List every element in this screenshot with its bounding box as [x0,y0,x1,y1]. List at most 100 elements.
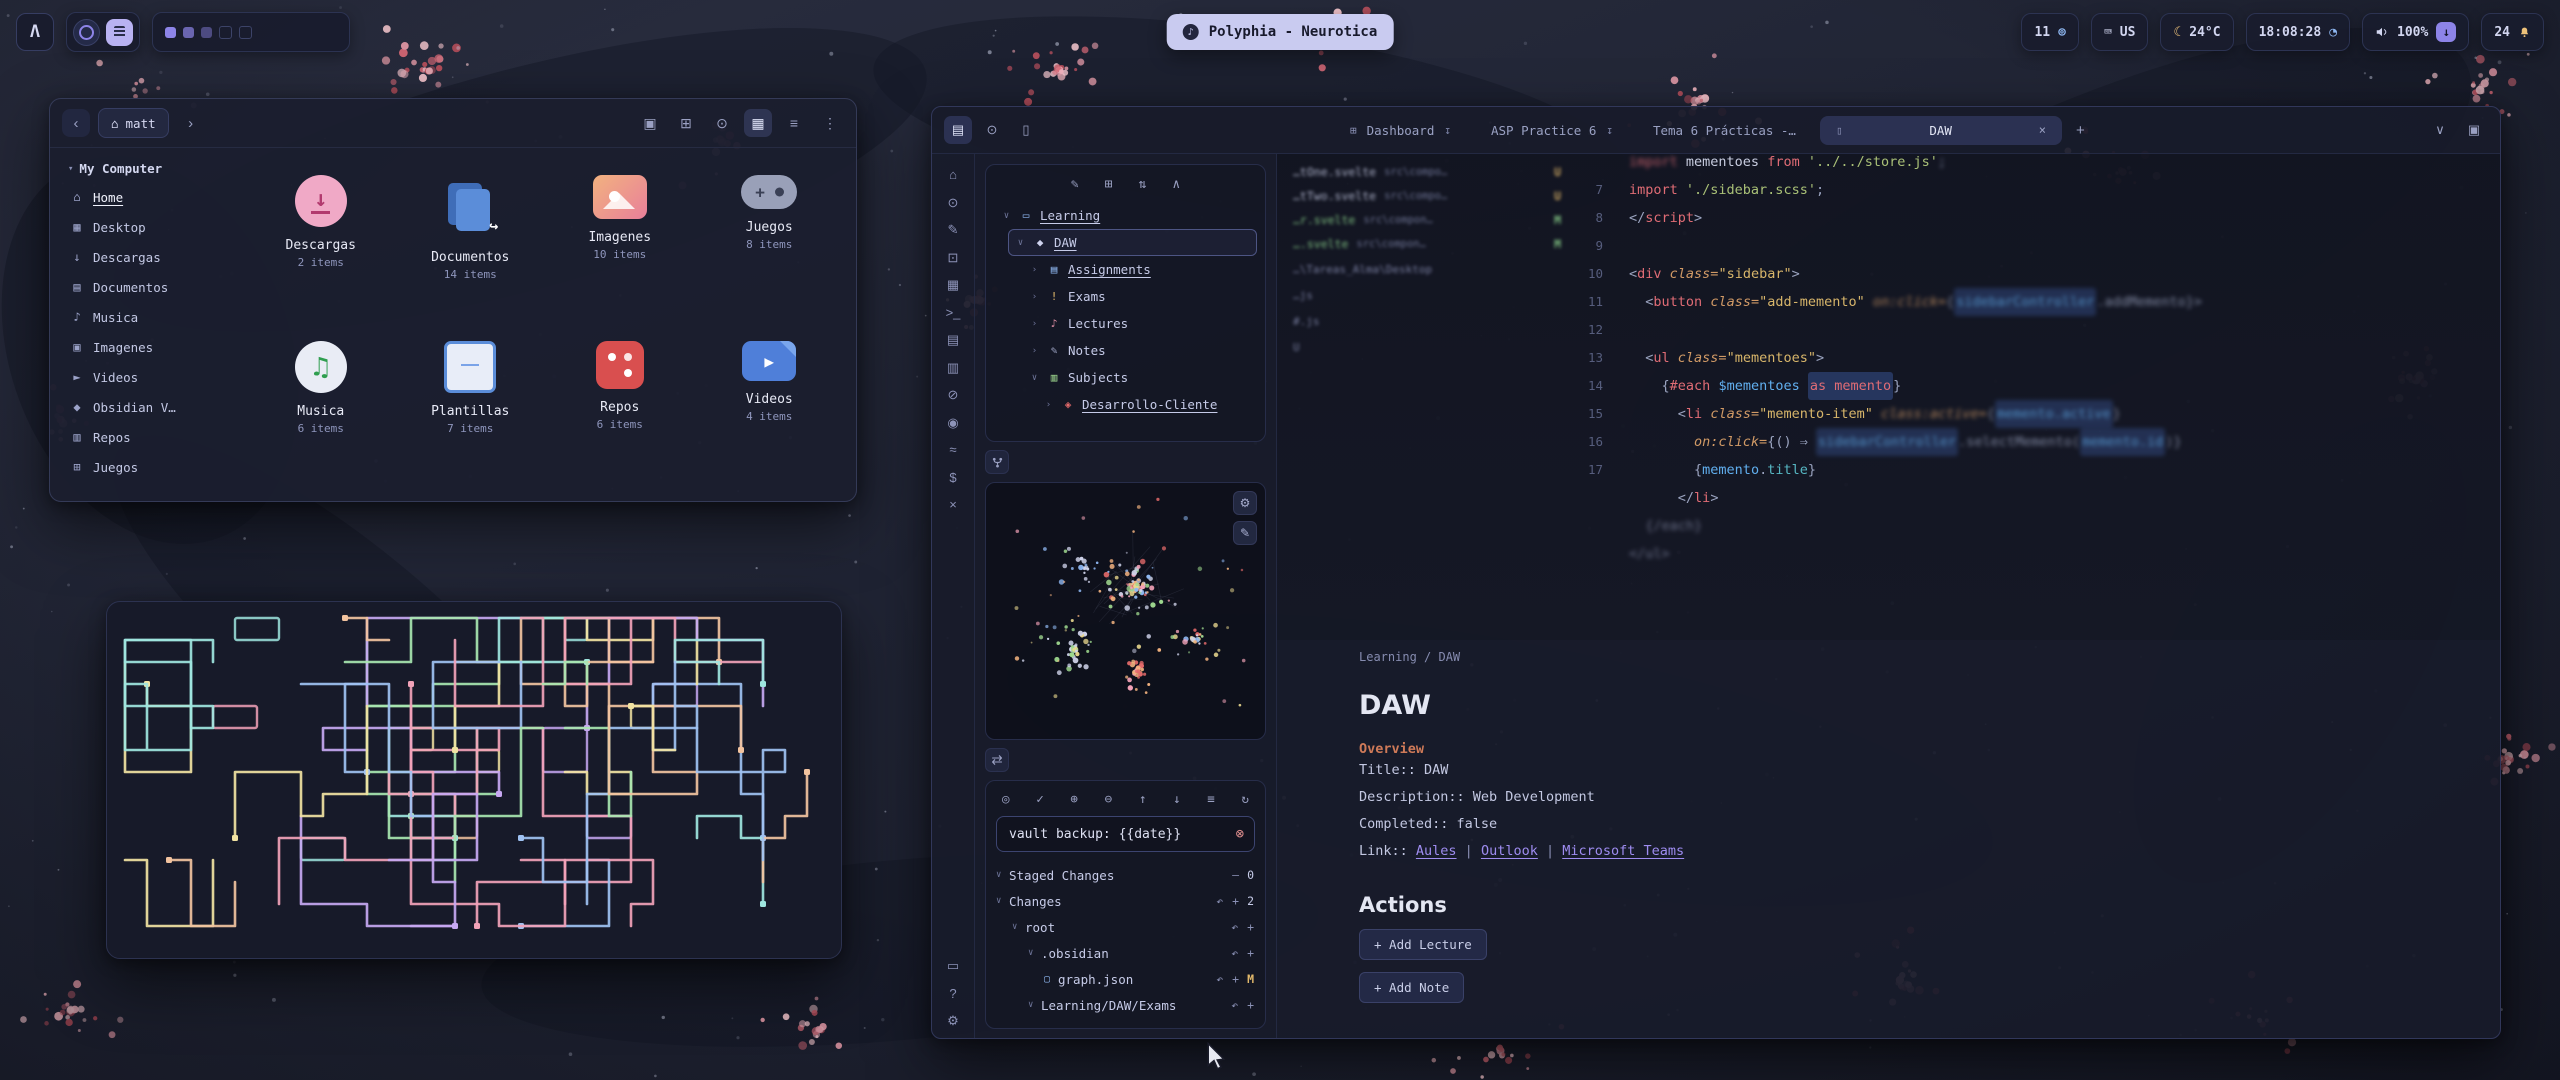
split-layout-icon[interactable]: ▣ [2460,116,2488,144]
link-aules[interactable]: Aules [1416,843,1457,859]
search-icon[interactable]: ⊙ [708,109,736,137]
add-lecture-button[interactable]: + Add Lecture [1359,929,1487,960]
notes-icon[interactable] [106,19,133,46]
keyboard-layout-pill[interactable]: ⌨ US [2091,13,2148,51]
dice-icon[interactable]: ⊡ [948,251,959,264]
graph-view-panel[interactable]: ⚙ ✎ [985,482,1266,740]
tree-item-notes[interactable]: ›✎Notes [1022,337,1257,364]
git-row-changes[interactable]: ∨Changes↶ +2 [996,888,1255,914]
back-button[interactable]: ‹ [62,109,90,137]
folder-imagenes[interactable]: Imagenes10 items [545,165,695,331]
unlink-icon[interactable]: ⊘ [948,388,959,401]
link-microsoft-teams[interactable]: Microsoft Teams [1562,843,1684,859]
sidebar-item-home[interactable]: ⌂Home [60,182,236,212]
new-note-icon[interactable]: ✎ [1071,177,1079,192]
tree-item-lectures[interactable]: ›♪Lectures [1022,310,1257,337]
picture-icon[interactable]: ▣ [636,109,664,137]
list-icon[interactable]: ≡ [1207,791,1215,806]
source-control-icon[interactable]: ⇄ [985,748,1009,772]
pull-icon[interactable]: ↓ [1173,791,1181,806]
git-row-obsidian[interactable]: ∨.obsidian↶ + [996,940,1255,966]
app-launcher-button[interactable]: Λ [16,13,54,51]
sidebar-header[interactable]: ▾ My Computer [60,155,236,182]
tab-tema-6-pr-cticas[interactable]: Tema 6 Prácticas -… [1637,116,1812,145]
gear-icon[interactable]: ⚙ [1233,491,1257,515]
help-icon[interactable]: ? [949,987,956,1000]
stack-icon[interactable]: ▥ [947,361,959,374]
refresh-icon[interactable]: ↻ [1241,791,1249,806]
sidebar-item-imagenes[interactable]: ▣Imagenes [60,332,236,362]
breadcrumb[interactable]: ⌂ matt [98,108,169,138]
row-action-icons[interactable]: ↶ + [1216,894,1240,908]
collapse-icon[interactable]: ∧ [1172,177,1180,192]
notifications-pill[interactable]: 24 [2481,13,2544,51]
workspace-indicator[interactable] [152,12,350,52]
new-tab-button[interactable]: + [2068,122,2093,139]
bookmark-icon[interactable]: ▯ [1012,116,1040,144]
workspace-dot-active[interactable] [165,27,176,38]
grid-view-icon[interactable]: ▦ [744,109,772,137]
updates-pill[interactable]: 11 ⊚ [2021,13,2078,51]
folder-documentos[interactable]: ↪Documentos14 items [396,165,546,331]
sidebar-item-desktop[interactable]: ▦Desktop [60,212,236,242]
weather-pill[interactable]: ☾ 24°C [2160,13,2233,51]
tablet-icon[interactable]: ▭ [947,959,959,972]
sidebar-item-juegos[interactable]: ⊞Juegos [60,452,236,482]
search-icon[interactable]: ⊙ [948,196,959,209]
camera-icon[interactable]: ◉ [947,416,958,429]
settings-icon[interactable]: ⚙ [947,1014,959,1027]
close-tab-icon[interactable]: × [2039,123,2046,137]
row-action-icons[interactable]: — [1232,868,1240,882]
row-action-icons[interactable]: ↶ + [1231,920,1255,934]
power-icon[interactable] [73,19,100,46]
sidebar-item-repos[interactable]: ▥Repos [60,422,236,452]
activity-icon[interactable]: ≈ [949,443,956,456]
home-icon[interactable]: ⌂ [949,168,957,181]
new-folder-icon[interactable]: ⊞ [1105,177,1113,192]
chevron-down-icon[interactable]: ↓ [2436,22,2456,42]
clock-pill[interactable]: 18:08:28 ◔ [2246,13,2350,51]
terminal-icon[interactable]: >_ [946,306,961,319]
sidebar-item-obsidian-v[interactable]: ◆Obsidian V… [60,392,236,422]
tree-item-subjects[interactable]: ∨▥Subjects [1022,364,1257,391]
tree-item-assignments[interactable]: ›▤Assignments [1022,256,1257,283]
sidebar-item-musica[interactable]: ♪Musica [60,302,236,332]
tree-item-exams[interactable]: ›!Exams [1022,283,1257,310]
folder-repos[interactable]: Repos6 items [545,331,695,497]
row-action-icons[interactable]: ↶ + [1216,972,1240,986]
git-row-learning-daw-exams[interactable]: ∨Learning/DAW/Exams↶ + [996,992,1255,1018]
tab-dropdown-icon[interactable]: ∨ [2426,116,2454,144]
currency-icon[interactable]: $ [949,471,956,484]
menu-icon[interactable]: ⋮ [816,109,844,137]
note-breadcrumb[interactable]: Learning / DAW [1359,650,2440,664]
sidebar-item-descargas[interactable]: ↓Descargas [60,242,236,272]
cut-icon[interactable]: × [949,498,957,511]
workspace-dot[interactable] [219,26,232,39]
filter-icon[interactable]: ✎ [1233,521,1257,545]
push-icon[interactable]: ↑ [1139,791,1147,806]
list-view-icon[interactable]: ≡ [780,109,808,137]
add-note-button[interactable]: + Add Note [1359,972,1464,1003]
now-playing-pill[interactable]: ♪ Polyphia - Neurotica [1167,14,1394,50]
workspace-dot[interactable] [183,27,194,38]
tab-daw[interactable]: ▯DAW× [1820,116,2062,145]
git-fork-icon[interactable] [985,450,1009,474]
folder-plantillas[interactable]: Plantillas7 items [396,331,546,497]
journal-icon[interactable]: ▤ [947,333,959,346]
folder-musica[interactable]: ♫Musica6 items [246,331,396,497]
new-folder-icon[interactable]: ⊞ [672,109,700,137]
forward-button[interactable]: › [177,109,205,137]
tree-item-learning[interactable]: ∨▭Learning [994,202,1257,229]
stage-all-icon[interactable]: ⊕ [1070,791,1078,806]
tree-item-daw[interactable]: ∨◆DAW [1008,229,1257,256]
folder-videos[interactable]: ▶Videos4 items [695,331,845,497]
git-row-staged-changes[interactable]: ∨Staged Changes—0 [996,862,1255,888]
search-icon[interactable]: ⊙ [978,116,1006,144]
workspace-dot[interactable] [201,27,212,38]
files-icon[interactable]: ▤ [944,116,972,144]
volume-pill[interactable]: 100% ↓ [2362,13,2469,51]
check-icon[interactable]: ✓ [1036,791,1044,806]
git-row-graph-json[interactable]: ▢graph.json↶ +M [996,966,1255,992]
row-action-icons[interactable]: ↶ + [1231,998,1255,1012]
folder-descargas[interactable]: ↓Descargas2 items [246,165,396,331]
